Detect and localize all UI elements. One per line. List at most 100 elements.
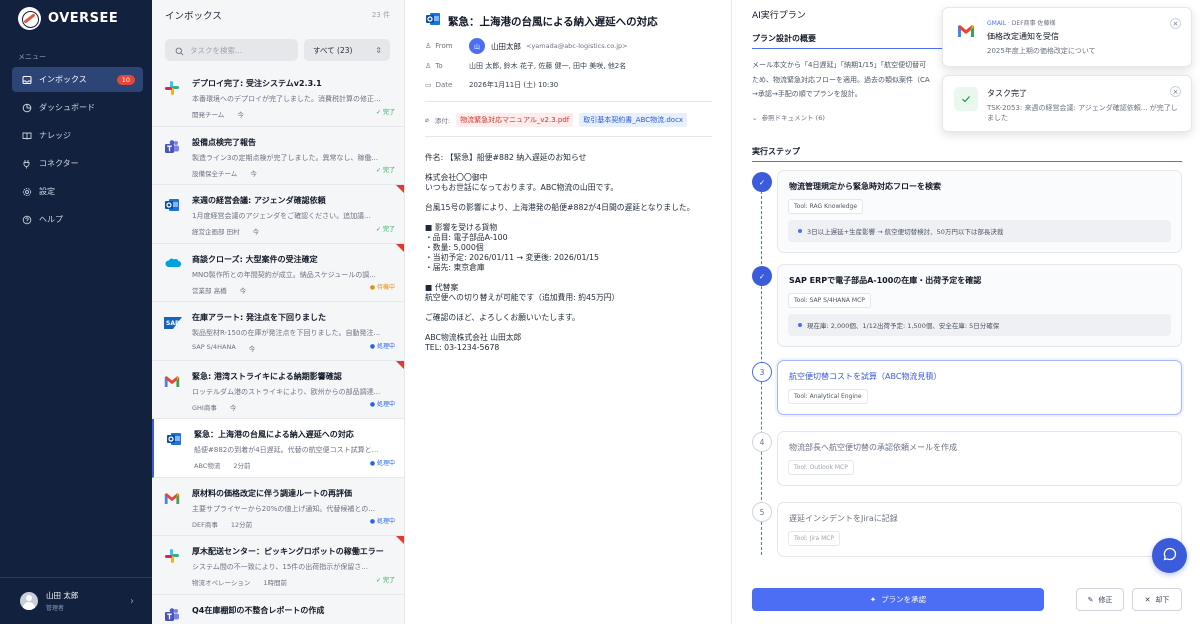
toast-close-button[interactable]: × bbox=[1170, 18, 1181, 29]
item-subject: 在庫アラート: 発注点を下回りました bbox=[192, 313, 326, 322]
overview-line: メール本文から「4日遅延」「納期1/15」「航空便切替可 bbox=[752, 61, 927, 69]
step-indicator: ✓ bbox=[752, 172, 772, 192]
svg-text:SAP: SAP bbox=[166, 320, 180, 327]
sidebar-item-connectors[interactable]: コネクター bbox=[12, 151, 143, 176]
filter-select[interactable]: すべて (23) ⇕ bbox=[304, 39, 390, 61]
plan-step-card[interactable]: 物流管理規定から緊急時対応フローを検索 Tool: RAG Knowledge 3日… bbox=[777, 170, 1182, 253]
item-meta: 開発チーム 今 bbox=[192, 109, 395, 119]
inbox-item[interactable]: 来週の経営会議: アジェンダ確認依頼 1月度経営会議のアジェンダをご確認ください。… bbox=[152, 185, 404, 244]
item-subject: 厚木配送センター：ピッキングロボットの稼働エラー bbox=[192, 547, 384, 556]
sidebar-item-dashboard[interactable]: ダッシュボード bbox=[12, 95, 143, 120]
inbox-item[interactable]: Q4在庫棚卸の不整合レポートの作成 bbox=[152, 594, 404, 624]
sidebar-item-help[interactable]: ヘルプ bbox=[12, 207, 143, 232]
item-preview: 船便#882の到着が4日遅延。代替の航空便コスト試算と... bbox=[194, 446, 379, 454]
user-name: 山田 太郎 bbox=[46, 591, 79, 600]
email-subject: 緊急：上海港の台風による納入遅延への対応 bbox=[448, 15, 658, 28]
toast-title: タスク完了 bbox=[987, 89, 1027, 98]
urgent-flag bbox=[396, 243, 404, 253]
inbox-item[interactable]: 厚木配送センター：ピッキングロボットの稼働エラー システム間の不一致により、15件… bbox=[152, 536, 404, 595]
item-sender: 営業部 高橋 bbox=[192, 286, 227, 295]
item-time: 今 bbox=[252, 228, 260, 236]
divider bbox=[425, 101, 712, 102]
item-meta: ABC物流 2分前 bbox=[194, 460, 395, 470]
user-menu[interactable]: 山田 太郎 管理者 › bbox=[0, 577, 152, 624]
filter-value: すべて (23) bbox=[313, 45, 353, 55]
slack-icon bbox=[164, 548, 182, 566]
inbox-item[interactable]: 緊急: 港湾ストライキによる納期影響確認 ロッテルダム港のストライキにより、欧州か… bbox=[152, 360, 404, 419]
sidebar-item-label: ダッシュボード bbox=[39, 103, 95, 112]
help-icon bbox=[22, 215, 32, 225]
sidebar: OVERSEE メニュー インボックス 10 ダッシュボード ナレッジ コネクタ… bbox=[0, 0, 152, 624]
reject-label: 却下 bbox=[1155, 595, 1170, 604]
chevron-down-icon: ⌄ bbox=[752, 114, 758, 122]
item-time: 今 bbox=[248, 345, 256, 353]
plan-step-card[interactable]: 航空便切替コストを試算（ABC物流見積） Tool: Analytical Eng… bbox=[777, 360, 1182, 415]
attachment-docx[interactable]: 取引基本契約書_ABC物流.docx bbox=[579, 113, 688, 127]
inbox-item[interactable]: SAP 在庫アラート: 発注点を下回りました 製品型材R-150の在庫が発注点を下回… bbox=[152, 302, 404, 361]
edit-plan-button[interactable]: ✎ 修正 bbox=[1076, 588, 1124, 611]
email-body: 件名: 【緊急】船便#882 納入遅延のお知らせ 株式会社〇〇御中 いつもお世話にな… bbox=[425, 153, 715, 353]
plan-step-card[interactable]: SAP ERPで電子部品A-100の在庫・出荷予定を確認 Tool: SAP S/… bbox=[777, 264, 1182, 347]
search-input[interactable] bbox=[190, 45, 290, 55]
step-result: 3日以上遅延+生産影響 → 航空便切替検討、50万円以下は部長決裁 bbox=[788, 220, 1171, 242]
item-preview: システム間の不一致により、15件の出荷指示が保留さ... bbox=[192, 563, 368, 571]
urgent-flag bbox=[396, 185, 404, 194]
item-subject: 原材料の価格改定に伴う調達ルートの再評価 bbox=[192, 488, 352, 498]
item-sender: DEF商事 bbox=[192, 520, 218, 529]
item-status: ✓ 完了 bbox=[376, 225, 395, 233]
body-line: 台風15号の影響により、上海港発の船便#882が4日間の遅延となりました。 bbox=[425, 203, 695, 212]
search-box[interactable] bbox=[165, 39, 298, 61]
slack-icon bbox=[164, 80, 182, 98]
sender-address: <yamada@abc-logistics.co.jp> bbox=[526, 42, 628, 50]
inbox-item[interactable]: 原材料の価格改定に伴う調達ルートの再評価 主要サプライヤーから20%の値上げ通知。… bbox=[152, 477, 404, 536]
chat-fab-button[interactable] bbox=[1152, 538, 1187, 573]
teams-icon bbox=[164, 607, 182, 624]
edit-label: 修正 bbox=[1098, 595, 1113, 604]
inbox-item[interactable]: 設備点検完了報告 製造ライン3の定期点検が完了しました。異常なし、稼働... 設備保… bbox=[152, 126, 404, 185]
attachment-pdf[interactable]: 物流緊急対応マニュアル_v2.3.pdf bbox=[456, 113, 574, 127]
toast-task-complete[interactable]: タスク完了 TSK-2053: 来週の経営会議: アジェンダ確認依頼... が完… bbox=[942, 75, 1192, 132]
step-title: 物流管理規定から緊急時対応フローを検索 bbox=[789, 182, 941, 191]
item-subject: 設備点検完了報告 bbox=[192, 137, 256, 147]
dashboard-icon bbox=[22, 103, 32, 113]
sparkle-icon: ✦ bbox=[869, 595, 877, 604]
inbox-item[interactable]: 緊急：上海港の台風による納入遅延への対応 船便#882の到着が4日遅延。代替の航空… bbox=[152, 419, 404, 478]
step-indicator: 5 bbox=[752, 502, 772, 522]
app-root: OVERSEE メニュー インボックス 10 ダッシュボード ナレッジ コネクタ… bbox=[0, 0, 1200, 624]
approve-plan-button[interactable]: ✦ プランを承認 bbox=[752, 588, 1044, 611]
item-status: ● 処理中 bbox=[369, 342, 395, 350]
toast-close-button[interactable]: × bbox=[1170, 86, 1181, 97]
item-sender: ABC物流 bbox=[194, 462, 221, 470]
sidebar-item-inbox[interactable]: インボックス 10 bbox=[12, 67, 143, 92]
email-date-row: ▭ Date 2026年1月11日 (土) 10:30 bbox=[425, 80, 558, 90]
body-gap bbox=[425, 163, 715, 173]
teams-icon bbox=[164, 139, 182, 157]
body-line: ABC物流株式会社 山田太郎 bbox=[425, 333, 522, 342]
brand-logo[interactable]: OVERSEE bbox=[18, 7, 118, 30]
reject-plan-button[interactable]: ✕ 却下 bbox=[1132, 588, 1182, 611]
item-preview: MNO製作所との年間契約が成立。納品スケジュールの調... bbox=[192, 270, 376, 279]
body-line: 株式会社〇〇御中 bbox=[425, 173, 488, 182]
plan-step-card[interactable]: 物流部長へ航空便切替の承認依頼メールを作成 Tool: Outlook MCP bbox=[777, 431, 1182, 486]
urgent-flag bbox=[396, 536, 404, 545]
toast-gmail[interactable]: GMAIL · DEF商事 佐藤様 価格改定通知を受信 2025年度上期の価格改… bbox=[942, 7, 1192, 67]
item-time: 今 bbox=[237, 111, 244, 119]
plan-step-card[interactable]: 遅延インシデントをJiraに記録 Tool: Jira MCP bbox=[777, 502, 1182, 557]
salesforce-icon bbox=[164, 256, 182, 274]
email-header: 緊急：上海港の台風による納入遅延への対応 bbox=[425, 11, 658, 31]
overview-title: プラン設計の概要 bbox=[752, 34, 816, 43]
to-label: ♙ To bbox=[425, 62, 443, 70]
item-subject: 商談クローズ: 大型案件の受注確定 bbox=[192, 254, 318, 264]
inbox-item[interactable]: デプロイ完了: 受注システムv2.3.1 本番環境へのデプロイが完了しました。消費… bbox=[152, 68, 404, 127]
step-tool-chip: Tool: Jira MCP bbox=[788, 531, 841, 546]
user-role: 管理者 bbox=[46, 605, 65, 612]
inbox-item[interactable]: 商談クローズ: 大型案件の受注確定 MNO製作所との年間契約が成立。納品スケジュー… bbox=[152, 243, 404, 302]
sidebar-item-label: インボックス bbox=[39, 75, 87, 84]
sidebar-item-knowledge[interactable]: ナレッジ bbox=[12, 123, 143, 148]
step-title: 遅延インシデントをJiraに記録 bbox=[789, 514, 898, 523]
body-gap bbox=[425, 213, 715, 223]
reference-docs-toggle[interactable]: ⌄ 参照ドキュメント (6) bbox=[752, 112, 825, 122]
sidebar-item-settings[interactable]: 設定 bbox=[12, 179, 143, 204]
body-gap bbox=[425, 193, 715, 203]
sender-name[interactable]: 山田太郎 bbox=[491, 41, 521, 52]
